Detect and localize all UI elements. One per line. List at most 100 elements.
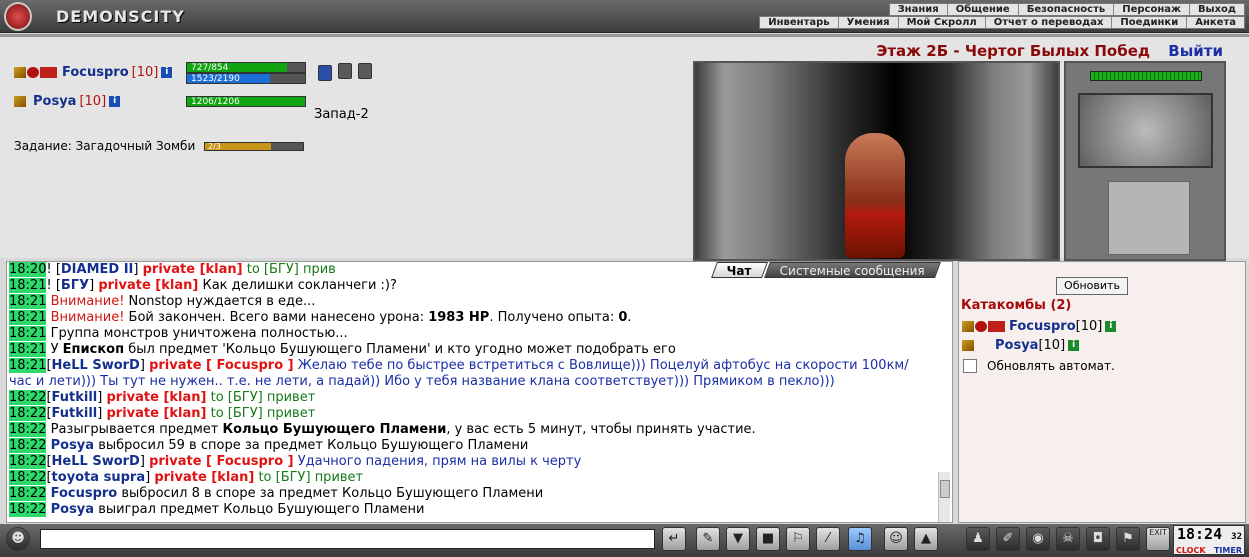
chat-player-bold[interactable]: Posya — [51, 438, 94, 453]
menu-item-character[interactable]: Персонаж — [1114, 4, 1190, 15]
chat-private-tag[interactable]: private [klan] — [98, 278, 198, 293]
task-label: Задание: Загадочный Зомби — [14, 139, 196, 153]
chat-timestamp[interactable]: 18:22 — [9, 406, 47, 421]
chat-nick[interactable]: БГУ — [61, 278, 89, 293]
chat-text: Nonstop нуждается в еде... — [124, 294, 316, 309]
chat-line: 18:22[Futkill] private [klan] to [БГУ] п… — [9, 406, 937, 422]
send-icon[interactable]: ↵ — [662, 527, 686, 551]
menu-item-knowledge[interactable]: Знания — [890, 4, 948, 15]
info-icon[interactable]: i — [1068, 340, 1080, 351]
chat-player-bold[interactable]: Focuspro — [51, 486, 118, 501]
skull-icon[interactable]: ☠ — [1056, 527, 1080, 551]
translit-icon[interactable]: ⁄ — [816, 527, 840, 551]
helmet-icon[interactable] — [338, 63, 352, 79]
chat-text: выиграл предмет Кольцо Бушующего Пламени — [94, 502, 425, 517]
music-icon[interactable]: ♫ — [848, 527, 872, 551]
walker-icon[interactable]: ⚐ — [786, 527, 810, 551]
filter-icon[interactable]: ▼ — [726, 527, 750, 551]
info-icon[interactable]: i — [109, 96, 121, 107]
chat-timestamp[interactable]: 18:22 — [9, 438, 47, 453]
chat-private-tag[interactable]: private [ Focuspro ] — [149, 454, 294, 469]
chat-timestamp[interactable]: 18:22 — [9, 470, 47, 485]
chat-nick[interactable]: Futkill — [52, 390, 98, 405]
menu-item-communication[interactable]: Общение — [948, 4, 1019, 15]
menu-item-my-scroll[interactable]: Мой Скролл — [899, 17, 986, 28]
menu-item-inventory[interactable]: Инвентарь — [760, 17, 839, 28]
chat-timestamp[interactable]: 18:22 — [9, 454, 47, 469]
chat-timestamp[interactable]: 18:21 — [9, 342, 47, 357]
save-icon[interactable]: ■ — [756, 527, 780, 551]
chat-timestamp[interactable]: 18:22 — [9, 390, 47, 405]
chat-timestamp[interactable]: 18:22 — [9, 422, 47, 437]
menu-item-duels[interactable]: Поединки — [1112, 17, 1188, 28]
chat-text: Удачного падения, прям на вилы к черту — [297, 454, 582, 469]
movement-compass[interactable] — [1078, 93, 1213, 168]
chat-private-tag[interactable]: private [ Focuspro ] — [149, 358, 294, 373]
info-icon[interactable]: i — [161, 67, 173, 78]
armor-icon[interactable] — [358, 63, 372, 79]
member-name[interactable]: Focuspro — [1009, 319, 1076, 334]
menu-item-security[interactable]: Безопасность — [1019, 4, 1115, 15]
eraser-icon[interactable]: ✎ — [696, 527, 720, 551]
chat-timestamp[interactable]: 18:20 — [9, 262, 47, 277]
chat-text: Группа монстров уничтожена полностью... — [50, 326, 348, 341]
exit-link[interactable]: Выйти — [1168, 42, 1223, 60]
player-icon[interactable]: ♟ — [966, 527, 990, 551]
menu-item-transfer-report[interactable]: Отчет о переводах — [986, 17, 1113, 28]
chat-warning: Внимание! — [50, 294, 125, 309]
tab-chat[interactable]: Чат — [711, 262, 768, 278]
smiley-icon[interactable]: ☺ — [884, 527, 908, 551]
chat-line: 18:21 У Епископ был предмет 'Кольцо Бушу… — [9, 342, 937, 358]
chat-private-tag[interactable]: private [klan] — [143, 262, 243, 277]
chat-timestamp[interactable]: 18:21 — [9, 278, 47, 293]
chat-nick[interactable]: HeLL SworD — [52, 454, 140, 469]
bracket: ] — [145, 470, 155, 485]
member-name[interactable]: Posya — [995, 338, 1038, 353]
chat-private-tag[interactable]: private [klan] — [154, 470, 254, 485]
exit-icon[interactable]: EXIT — [1146, 527, 1170, 551]
chat-timestamp[interactable]: 18:22 — [9, 502, 47, 517]
clock-widget: 18:24 32 CLOCK TIMER — [1173, 525, 1245, 555]
lock-icon[interactable]: ◘ — [1086, 527, 1110, 551]
chat-nick[interactable]: HeLL SworD — [52, 358, 140, 373]
align-icon — [988, 321, 1005, 332]
chat-nick[interactable]: Futkill — [52, 406, 98, 421]
menu-item-profile[interactable]: Анкета — [1187, 17, 1244, 28]
chat-nick[interactable]: toyota supra — [52, 470, 146, 485]
monster-image[interactable] — [845, 133, 905, 258]
chat-line: 18:21[HeLL SworD] private [ Focuspro ] Ж… — [9, 358, 909, 390]
bracket: ] — [89, 278, 99, 293]
player-name[interactable]: Posya — [33, 94, 76, 109]
chat-scrollbar[interactable] — [938, 472, 950, 522]
helmet-icon[interactable]: ▲ — [914, 527, 938, 551]
mask-icon[interactable]: ◉ — [1026, 527, 1050, 551]
player-name[interactable]: Focuspro — [62, 65, 129, 80]
auto-refresh-checkbox[interactable] — [963, 359, 977, 373]
pen-icon[interactable]: ✐ — [996, 527, 1020, 551]
shield-icon[interactable] — [318, 65, 332, 81]
menu-item-skills[interactable]: Умения — [839, 17, 899, 28]
chat-timestamp[interactable]: 18:22 — [9, 486, 47, 501]
chat-private-tag[interactable]: private [klan] — [106, 390, 206, 405]
member-row: Focuspro [10] i — [962, 319, 1117, 334]
clock-seconds: 32 — [1231, 532, 1242, 542]
dungeon-view[interactable] — [693, 61, 1060, 261]
info-icon[interactable]: i — [1105, 321, 1117, 332]
head-icon[interactable]: ☻ — [6, 527, 30, 551]
chat-text: У — [50, 342, 63, 357]
location-title: Этаж 2Б - Чертог Былых Побед — [876, 42, 1150, 60]
flag-icon[interactable]: ⚑ — [1116, 527, 1140, 551]
chat-timestamp[interactable]: 18:21 — [9, 326, 47, 341]
chat-player-bold[interactable]: Posya — [51, 502, 94, 517]
map-grid — [1108, 181, 1190, 255]
scrollbar-thumb[interactable] — [940, 480, 950, 498]
refresh-button[interactable]: Обновить — [1056, 277, 1128, 295]
chat-nick[interactable]: DIAMED II — [61, 262, 134, 277]
tab-system-messages[interactable]: Системные сообщения — [764, 262, 941, 278]
menu-item-exit[interactable]: Выход — [1190, 4, 1244, 15]
chat-timestamp[interactable]: 18:21 — [9, 294, 47, 309]
chat-timestamp[interactable]: 18:21 — [9, 310, 47, 325]
chat-private-tag[interactable]: private [klan] — [106, 406, 206, 421]
chat-timestamp[interactable]: 18:21 — [9, 358, 47, 373]
chat-input[interactable] — [40, 529, 655, 549]
